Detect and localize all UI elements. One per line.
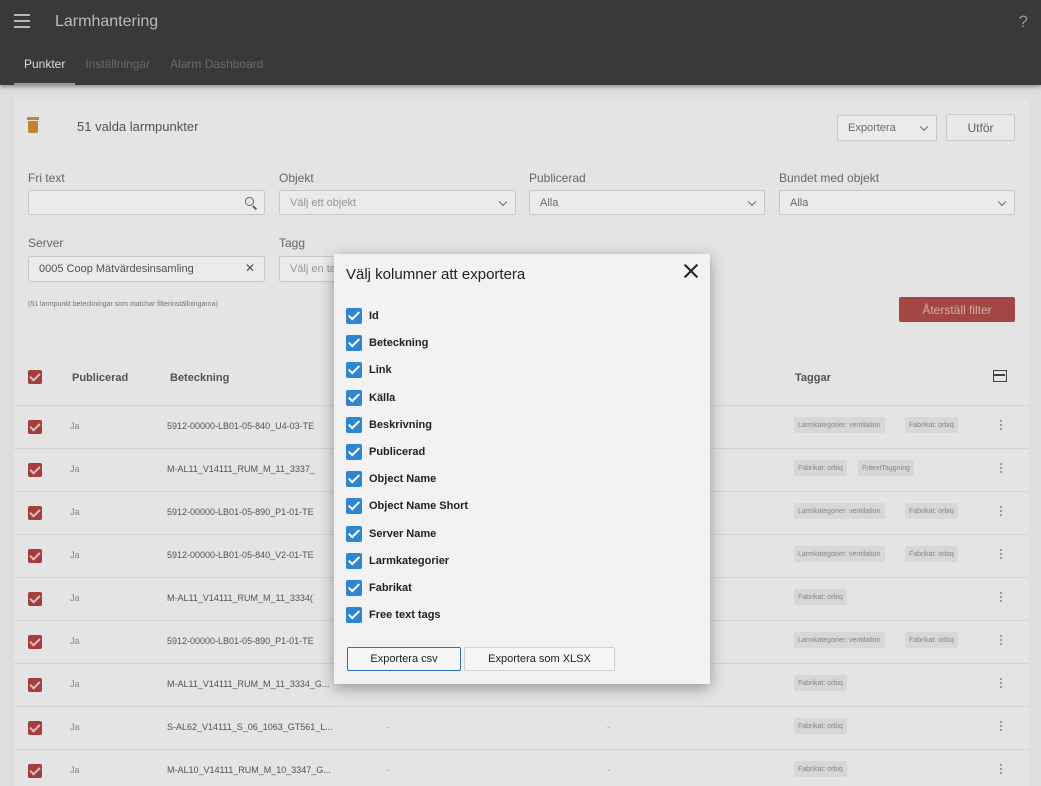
export-option-label: Källa [369, 391, 396, 404]
export-option-label: Beteckning [369, 337, 429, 350]
export-option[interactable]: Server Name [346, 525, 437, 542]
checkbox-checked-icon[interactable] [346, 471, 362, 488]
checkbox-checked-icon[interactable] [346, 362, 362, 379]
export-option[interactable]: Id [346, 308, 379, 324]
export-option-label: Larmkategorier [369, 554, 450, 567]
export-option[interactable]: Free text tags [346, 607, 441, 624]
checkbox-checked-icon[interactable] [346, 552, 362, 569]
checkbox-checked-icon[interactable] [346, 580, 362, 596]
export-option[interactable]: Larmkategorier [346, 552, 450, 569]
checkbox-checked-icon[interactable] [346, 335, 362, 352]
export-option[interactable]: Beskrivning [346, 416, 432, 433]
export-option[interactable]: Object Name Short [346, 498, 469, 515]
export-option-label: Id [369, 310, 379, 322]
checkbox-checked-icon[interactable] [346, 498, 362, 515]
export-option[interactable]: Beteckning [346, 335, 429, 352]
export-option-label: Free text tags [369, 609, 441, 622]
export-option-label: Publicerad [369, 446, 426, 458]
export-option-label: Fabrikat [369, 582, 412, 594]
checkbox-checked-icon[interactable] [346, 416, 362, 433]
export-columns-dialog: Välj kolumner att exportera Id Beteckning… [334, 254, 710, 684]
checkbox-checked-icon[interactable] [346, 444, 362, 460]
export-option-label: Object Name [369, 473, 437, 486]
export-option-label: Server Name [369, 527, 437, 540]
export-option-label: Object Name Short [369, 500, 469, 513]
dialog-title: Välj kolumner att exportera [346, 266, 526, 283]
export-option-label: Beskrivning [369, 418, 432, 431]
export-option-label: Link [369, 364, 392, 377]
export-option[interactable]: Link [346, 362, 392, 379]
export-xlsx-button[interactable]: Exportera som XLSX [464, 647, 615, 671]
export-option[interactable]: Källa [346, 389, 396, 406]
checkbox-checked-icon[interactable] [346, 525, 362, 542]
checkbox-checked-icon[interactable] [346, 607, 362, 624]
checkbox-checked-icon[interactable] [346, 389, 362, 406]
checkbox-checked-icon[interactable] [346, 308, 362, 324]
export-option[interactable]: Fabrikat [346, 580, 412, 596]
export-option[interactable]: Object Name [346, 471, 437, 488]
export-csv-button[interactable]: Exportera csv [347, 647, 461, 671]
export-option[interactable]: Publicerad [346, 444, 425, 460]
close-icon[interactable] [683, 263, 699, 279]
